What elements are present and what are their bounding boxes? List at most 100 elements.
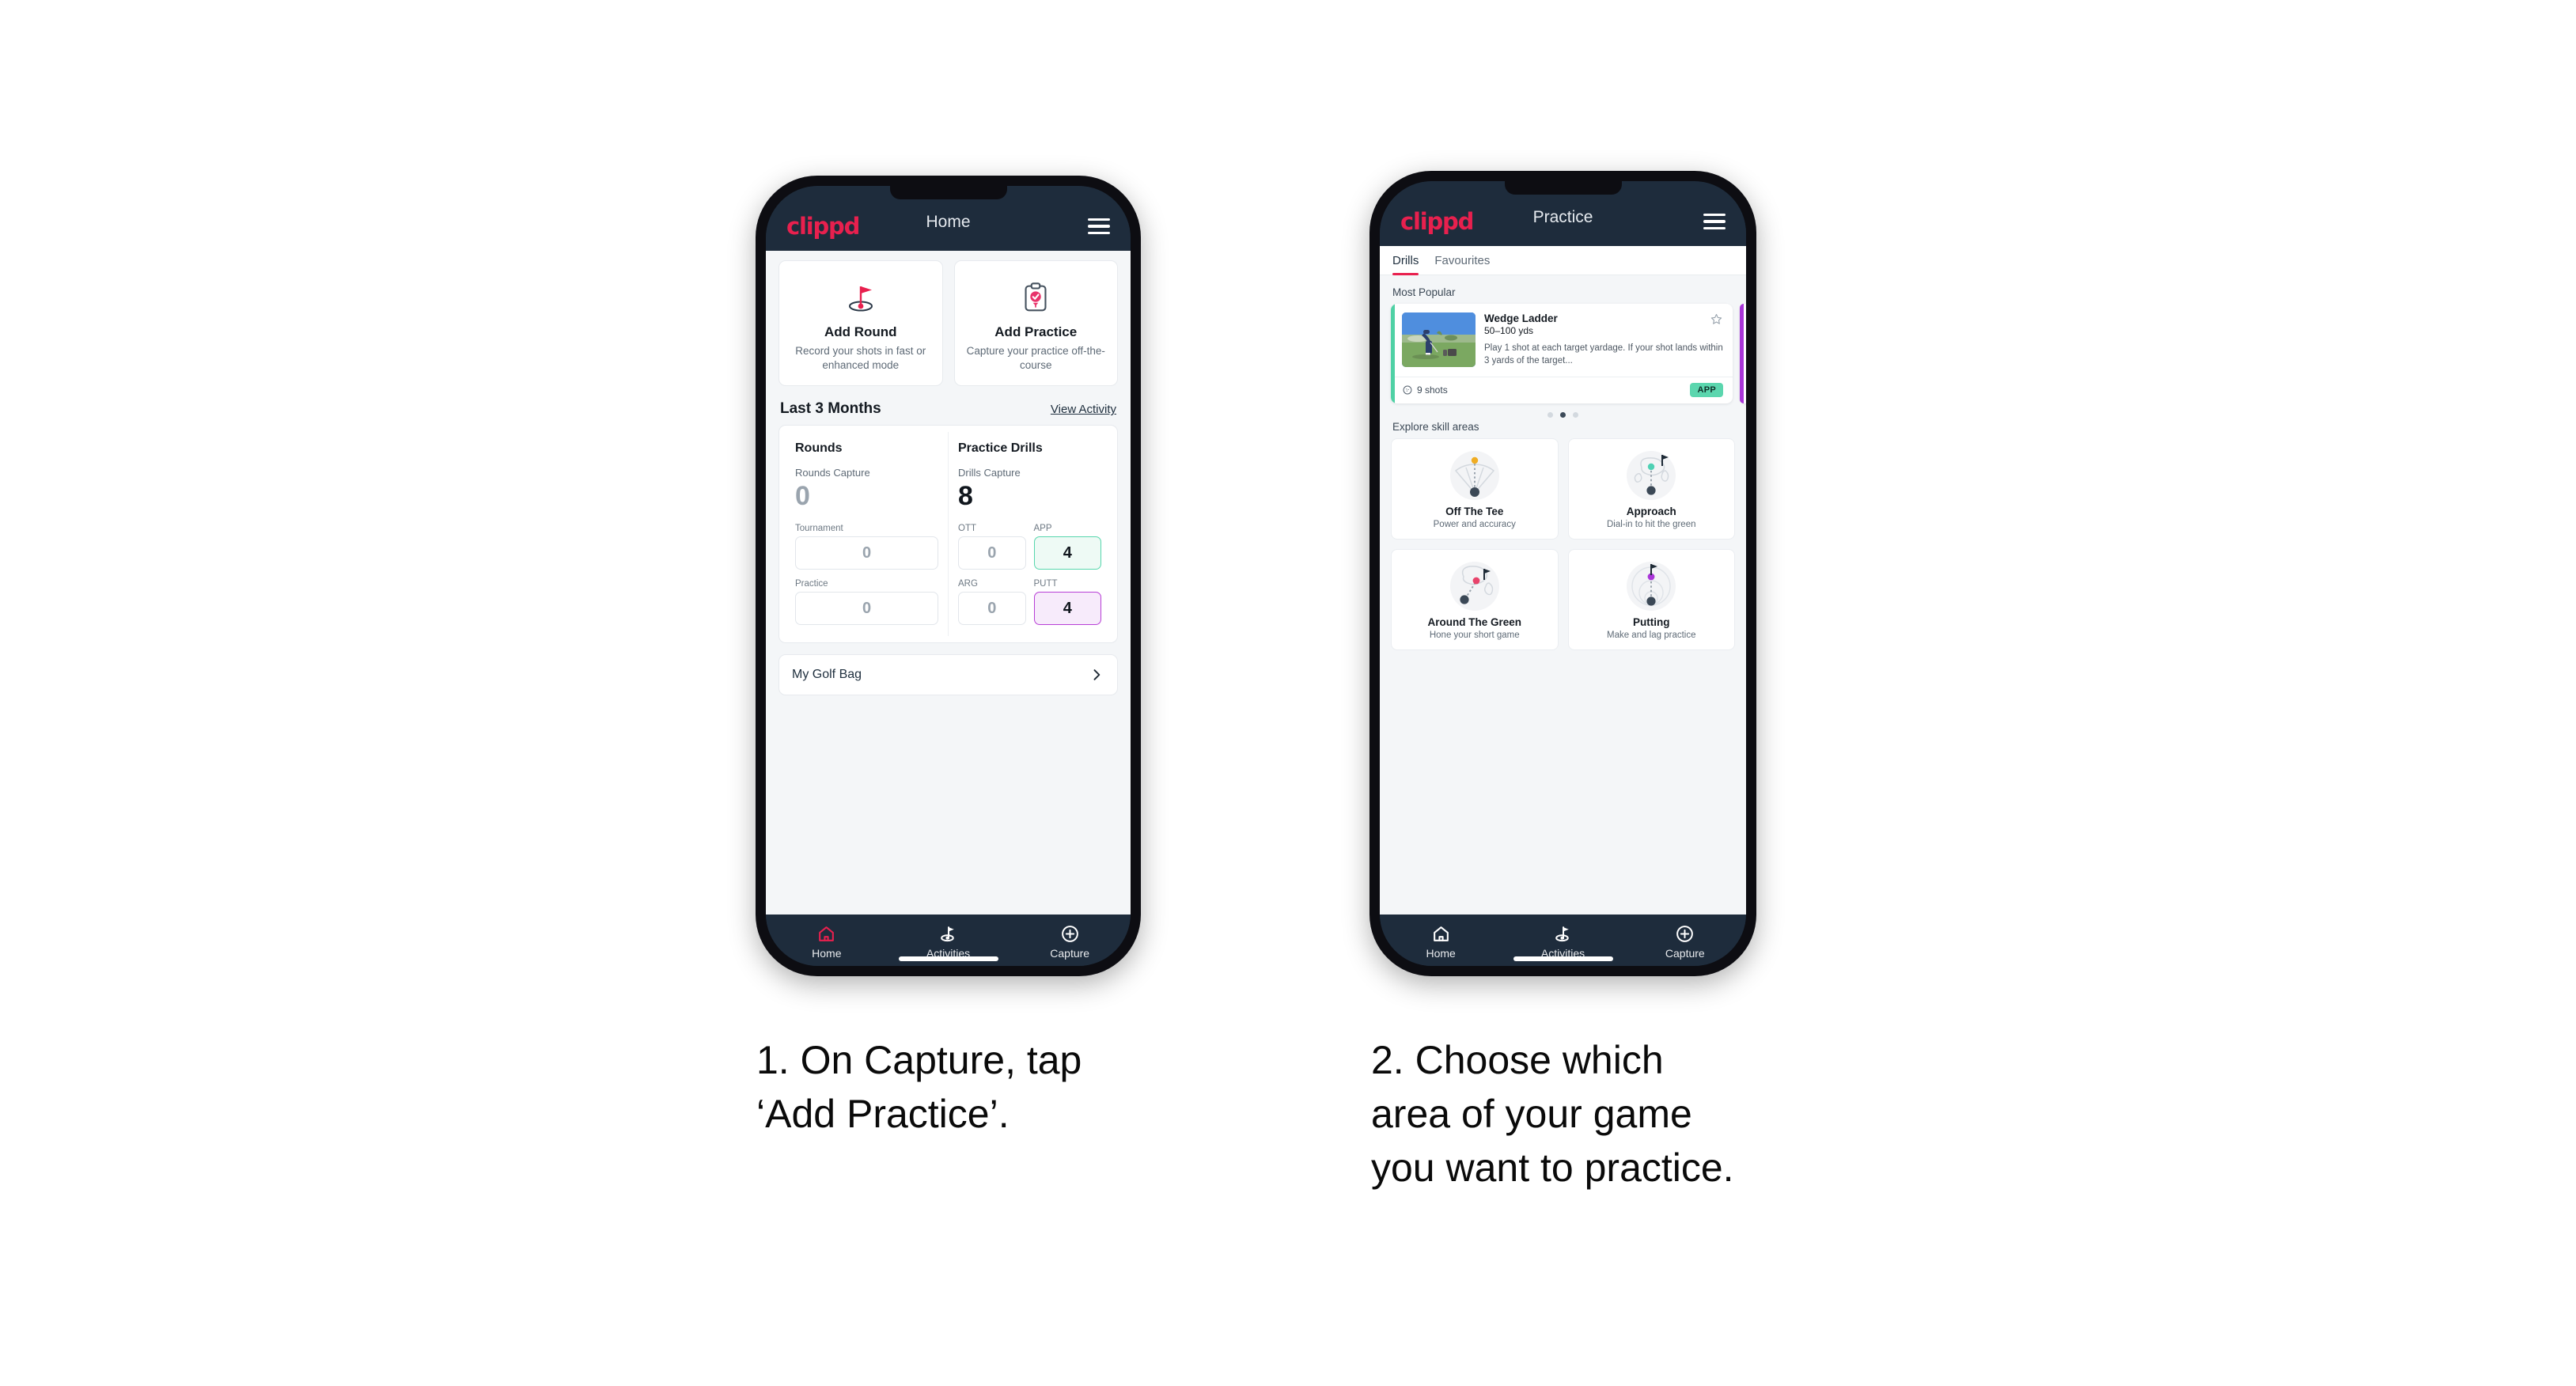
star-outline-icon[interactable] <box>1710 312 1723 326</box>
skill-card-putting[interactable]: Putting Make and lag practice <box>1567 548 1735 650</box>
plus-circle-icon <box>1676 926 1694 942</box>
add-round-title: Add Round <box>824 324 897 339</box>
nav-home-label: Home <box>812 947 842 960</box>
section-header: Last 3 Months View Activity <box>780 400 1116 418</box>
metric-app: APP 4 <box>1033 524 1101 570</box>
my-golf-bag-label: My Golf Bag <box>792 668 862 682</box>
view-activity-link[interactable]: View Activity <box>1051 403 1116 416</box>
phone-mockup-home: clippd Home Add Round Record your shots … <box>756 176 1141 976</box>
bottom-navigation: Home Activities Capture <box>766 915 1131 966</box>
skill-name: Approach <box>1626 505 1676 517</box>
most-popular-label: Most Popular <box>1392 286 1456 298</box>
drills-metric-row-1: OTT 0 APP 4 <box>958 524 1101 570</box>
drill-thumbnail <box>1402 312 1476 367</box>
drill-yardage: 50–100 yds <box>1484 325 1534 336</box>
quick-actions: Add Round Record your shots in fast or e… <box>778 260 1118 387</box>
tab-drills[interactable]: Drills <box>1392 254 1419 275</box>
nav-capture-label: Capture <box>1050 947 1090 960</box>
metric-value[interactable]: 4 <box>1033 536 1101 570</box>
metric-label: Tournament <box>795 524 843 534</box>
tab-bar: Drills Favourites <box>1380 246 1746 275</box>
golf-ball-icon <box>1403 385 1412 395</box>
nav-capture-label: Capture <box>1665 947 1705 960</box>
stats-card: Rounds Rounds Capture 0 Tournament 0 Pra… <box>778 425 1118 644</box>
add-practice-card[interactable]: Add Practice Capture your practice off-t… <box>953 260 1118 387</box>
metric-label: OTT <box>958 524 976 534</box>
drill-carousel[interactable]: Wedge Ladder 50–100 yds Play 1 shot at e… <box>1391 304 1746 403</box>
hamburger-menu-icon[interactable] <box>1088 218 1110 235</box>
tee-fan-icon <box>1396 448 1553 505</box>
skill-subtitle: Hone your short game <box>1429 630 1520 640</box>
drills-capture-value: 8 <box>958 481 973 512</box>
carousel-dots[interactable] <box>1391 411 1735 418</box>
tab-favourites[interactable]: Favourites <box>1434 254 1490 275</box>
carousel-dot[interactable] <box>1547 411 1553 418</box>
rounds-column: Rounds Rounds Capture 0 Tournament 0 Pra… <box>786 432 948 636</box>
metric-label: ARG <box>958 579 978 589</box>
skill-card-off-the-tee[interactable]: Off The Tee Power and accuracy <box>1391 437 1559 540</box>
skill-card-around-the-green[interactable]: Around The Green Hone your short game <box>1391 548 1559 650</box>
section-title: Last 3 Months <box>780 400 881 418</box>
skill-subtitle: Dial-in to hit the green <box>1606 519 1696 529</box>
clippd-logo[interactable]: clippd <box>786 213 860 240</box>
skill-areas-grid: Off The Tee Power and accuracy Approach … <box>1391 437 1735 650</box>
clipboard-check-icon <box>961 275 1112 320</box>
rounds-capture-label: Rounds Capture <box>795 467 870 479</box>
practice-screen: Drills Favourites Most Popular Wedge Lad… <box>1380 246 1746 915</box>
skill-name: Around The Green <box>1427 615 1521 628</box>
metric-value[interactable]: 0 <box>958 592 1026 626</box>
drill-title: Wedge Ladder <box>1484 312 1558 324</box>
metric-value[interactable]: 0 <box>795 536 938 570</box>
skill-card-approach[interactable]: Approach Dial-in to hit the green <box>1567 437 1735 540</box>
golf-flag-icon <box>786 275 936 320</box>
my-golf-bag-row[interactable]: My Golf Bag <box>778 654 1118 696</box>
nav-activities[interactable]: Activities <box>888 924 1010 960</box>
nav-home[interactable]: Home <box>1380 924 1502 960</box>
carousel-dot-active[interactable] <box>1560 411 1566 418</box>
drill-shots-label: 9 shots <box>1417 384 1448 396</box>
metric-ott: OTT 0 <box>958 524 1026 570</box>
home-indicator <box>1513 956 1613 961</box>
golf-flag-nav-icon <box>941 926 954 942</box>
golf-flag-nav-icon <box>1555 926 1569 942</box>
metric-putt: PUTT 4 <box>1033 579 1101 626</box>
nav-capture[interactable]: Capture <box>1624 924 1746 960</box>
bottom-navigation: Home Activities Capture <box>1380 915 1746 966</box>
drill-description: Play 1 shot at each target yardage. If y… <box>1484 343 1723 366</box>
hamburger-menu-icon[interactable] <box>1703 213 1726 230</box>
metric-value[interactable]: 4 <box>1033 592 1101 626</box>
add-practice-title: Add Practice <box>994 324 1078 339</box>
drills-metric-row-2: ARG 0 PUTT 4 <box>958 579 1101 626</box>
nav-capture[interactable]: Capture <box>1009 924 1131 960</box>
clippd-logo[interactable]: clippd <box>1400 208 1474 235</box>
home-screen: Add Round Record your shots in fast or e… <box>766 251 1131 915</box>
drill-category-badge: APP <box>1690 382 1723 397</box>
drills-capture-label: Drills Capture <box>958 467 1021 479</box>
metric-practice: Practice 0 <box>795 579 938 626</box>
skill-subtitle: Power and accuracy <box>1433 519 1516 529</box>
metric-arg: ARG 0 <box>958 579 1026 626</box>
rounds-capture-value: 0 <box>795 481 810 512</box>
skill-name: Putting <box>1633 615 1670 628</box>
drill-card-next-peek[interactable] <box>1740 304 1746 403</box>
rounds-metric-row-2: Practice 0 <box>795 579 938 626</box>
chip-green-icon <box>1396 559 1553 615</box>
metric-label: Practice <box>795 579 828 589</box>
metric-value[interactable]: 0 <box>795 592 938 626</box>
tutorial-screenshot: clippd Home Add Round Record your shots … <box>0 0 2576 1386</box>
metric-tournament: Tournament 0 <box>795 524 938 570</box>
explore-skill-areas-label: Explore skill areas <box>1392 420 1479 433</box>
home-icon <box>1433 926 1449 941</box>
drill-card[interactable]: Wedge Ladder 50–100 yds Play 1 shot at e… <box>1391 304 1733 403</box>
practice-drills-column: Practice Drills Drills Capture 8 OTT 0 A… <box>948 432 1111 637</box>
add-round-card[interactable]: Add Round Record your shots in fast or e… <box>778 260 943 387</box>
home-indicator <box>898 956 998 961</box>
practice-body: Most Popular Wedge Ladder 50–100 yds Pla… <box>1380 275 1746 915</box>
nav-home[interactable]: Home <box>766 924 888 960</box>
home-icon <box>819 926 835 941</box>
green-approach-icon <box>1574 448 1730 505</box>
nav-activities[interactable]: Activities <box>1502 924 1623 960</box>
rounds-metric-row-1: Tournament 0 <box>795 524 938 570</box>
metric-value[interactable]: 0 <box>958 536 1026 570</box>
carousel-dot[interactable] <box>1573 411 1578 418</box>
